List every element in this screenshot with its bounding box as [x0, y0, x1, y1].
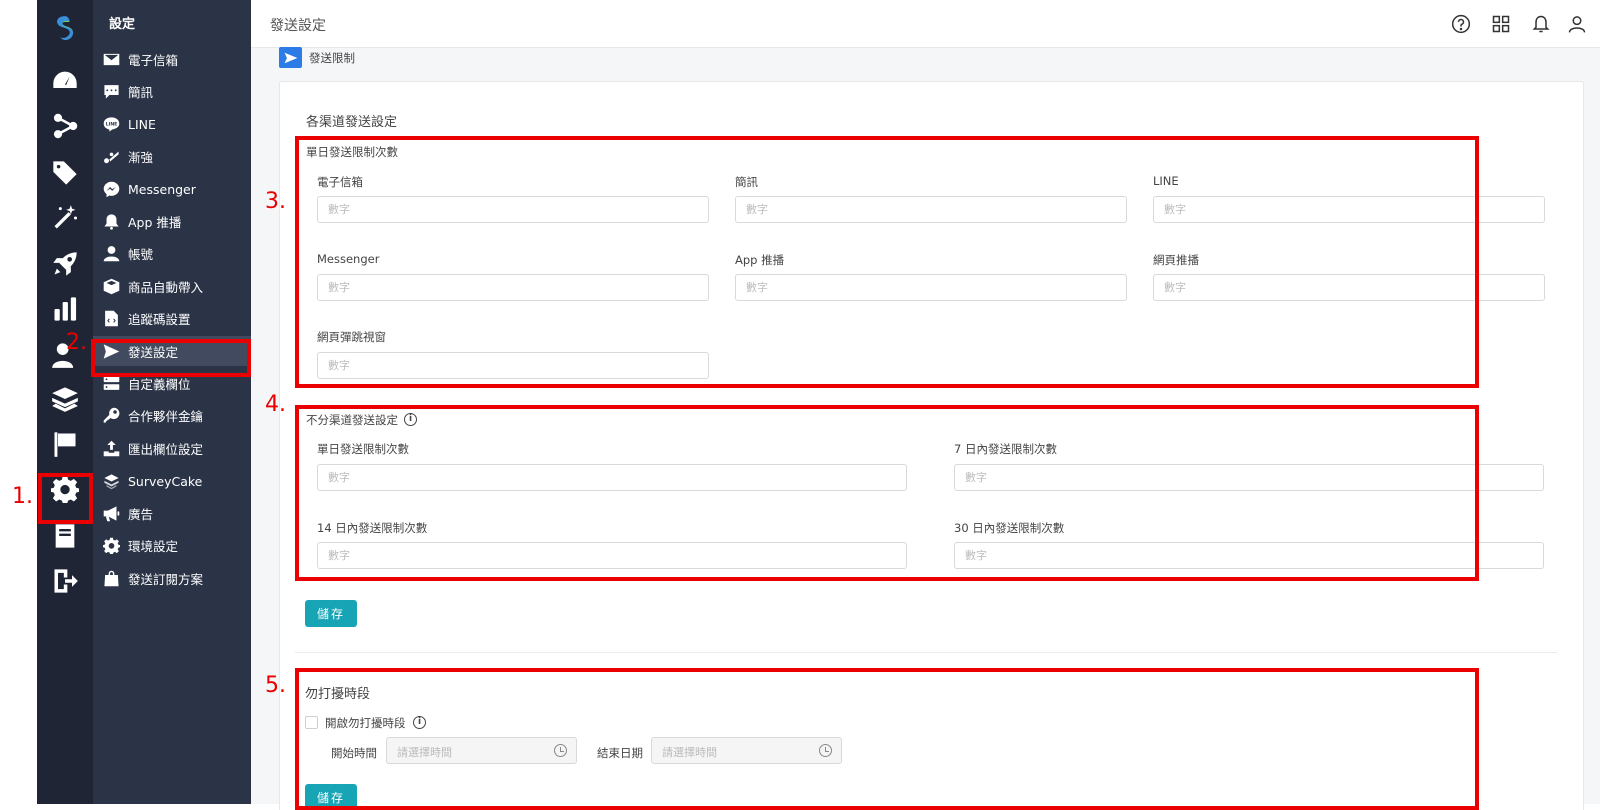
annotation-box-2	[91, 339, 251, 377]
box-icon	[102, 277, 120, 295]
page: 設定 電子信箱 簡訊 LINE LINE 漸強 Messenger App 推播…	[0, 0, 1600, 810]
menu-item-surveycake[interactable]: SurveyCake	[93, 466, 251, 496]
top-header: 發送設定	[251, 0, 1600, 48]
menu-item-export-fields[interactable]: 匯出欄位設定	[93, 433, 251, 463]
user-icon	[102, 244, 120, 262]
section-divider	[295, 652, 1557, 653]
svg-text:LINE: LINE	[105, 121, 117, 127]
menu-item-app-push[interactable]: App 推播	[93, 206, 251, 236]
menu-item-label: 漸強	[128, 149, 154, 165]
menu-item-subscription[interactable]: 發送訂閱方案	[93, 563, 251, 593]
menu-item-label: LINE	[128, 116, 156, 132]
menu-item-label: 商品自動帶入	[128, 279, 204, 295]
crescendo-icon	[102, 147, 120, 165]
menu-item-label: 環境設定	[128, 538, 179, 554]
menu-item-tracking-code[interactable]: 追蹤碼設置	[93, 303, 251, 333]
apps-grid-icon[interactable]	[1490, 13, 1512, 35]
channel-settings-title: 各渠道發送設定	[306, 115, 398, 130]
help-icon[interactable]	[1450, 13, 1472, 35]
menu-item-sms[interactable]: 簡訊	[93, 76, 251, 106]
layers-icon[interactable]	[49, 383, 81, 415]
menu-item-environment[interactable]: 環境設定	[93, 530, 251, 560]
menu-item-ads[interactable]: 廣告	[93, 498, 251, 528]
menu-item-label: 合作夥伴金鑰	[128, 408, 204, 424]
chat-icon	[102, 82, 120, 100]
megaphone-icon	[102, 504, 120, 522]
annotation-label-3: 3.	[265, 189, 286, 214]
menu-item-label: 發送訂閱方案	[128, 571, 204, 587]
menu-item-label: App 推播	[128, 214, 182, 230]
line-icon: LINE	[102, 115, 120, 133]
messenger-icon	[102, 180, 120, 198]
menu-title: 設定	[109, 17, 136, 32]
book-icon[interactable]	[49, 520, 81, 552]
tag-icon[interactable]	[49, 157, 81, 189]
bar-chart-icon[interactable]	[49, 293, 81, 325]
menu-item-label: 帳號	[128, 246, 154, 262]
envelope-icon	[102, 50, 120, 68]
notification-bell-icon[interactable]	[1530, 13, 1552, 35]
annotation-box-4	[295, 405, 1479, 581]
surveycake-icon	[102, 472, 120, 490]
cog-icon	[102, 536, 120, 554]
menu-item-label: 匯出欄位設定	[128, 441, 204, 457]
menu-item-label: 追蹤碼設置	[128, 311, 191, 327]
code-file-icon	[102, 309, 120, 327]
user-profile-icon[interactable]	[1566, 13, 1588, 35]
logo-icon[interactable]	[49, 13, 81, 45]
bell-icon	[102, 212, 120, 230]
export-icon	[102, 439, 120, 457]
annotation-box-3	[295, 136, 1479, 388]
menu-item-partner-key[interactable]: 合作夥伴金鑰	[93, 400, 251, 430]
menu-item-crescendo[interactable]: 漸強	[93, 141, 251, 171]
share-nodes-icon[interactable]	[49, 110, 81, 142]
send-limit-icon	[279, 47, 302, 68]
settings-menu: 設定 電子信箱 簡訊 LINE LINE 漸強 Messenger App 推播…	[93, 0, 251, 804]
menu-item-label: Messenger	[128, 181, 196, 197]
dashboard-gauge-icon[interactable]	[49, 65, 81, 97]
magic-wand-icon[interactable]	[49, 202, 81, 234]
annotation-box-1	[38, 473, 93, 524]
menu-item-label: SurveyCake	[128, 473, 203, 489]
menu-item-label: 廣告	[128, 506, 154, 522]
menu-item-label: 簡訊	[128, 84, 154, 100]
menu-item-label: 電子信箱	[128, 52, 179, 68]
save-limits-button[interactable]: 儲存	[305, 600, 357, 627]
icon-rail	[37, 0, 93, 804]
annotation-label-4: 4.	[265, 392, 286, 417]
menu-item-line[interactable]: LINE LINE	[93, 109, 251, 139]
menu-item-email[interactable]: 電子信箱	[93, 44, 251, 74]
logout-icon[interactable]	[49, 565, 81, 597]
breadcrumb: 發送限制	[309, 51, 355, 65]
flag-icon[interactable]	[49, 428, 81, 460]
menu-item-account[interactable]: 帳號	[93, 238, 251, 268]
annotation-box-5	[295, 668, 1479, 810]
menu-item-messenger[interactable]: Messenger	[93, 174, 251, 204]
rocket-icon[interactable]	[49, 248, 81, 280]
annotation-label-1: 1.	[12, 484, 33, 509]
key-icon	[102, 406, 120, 424]
annotation-label-2: 2.	[66, 330, 87, 355]
annotation-label-5: 5.	[265, 673, 286, 698]
shopping-bag-icon	[102, 569, 120, 587]
menu-item-product-import[interactable]: 商品自動帶入	[93, 271, 251, 301]
page-title: 發送設定	[270, 18, 326, 34]
